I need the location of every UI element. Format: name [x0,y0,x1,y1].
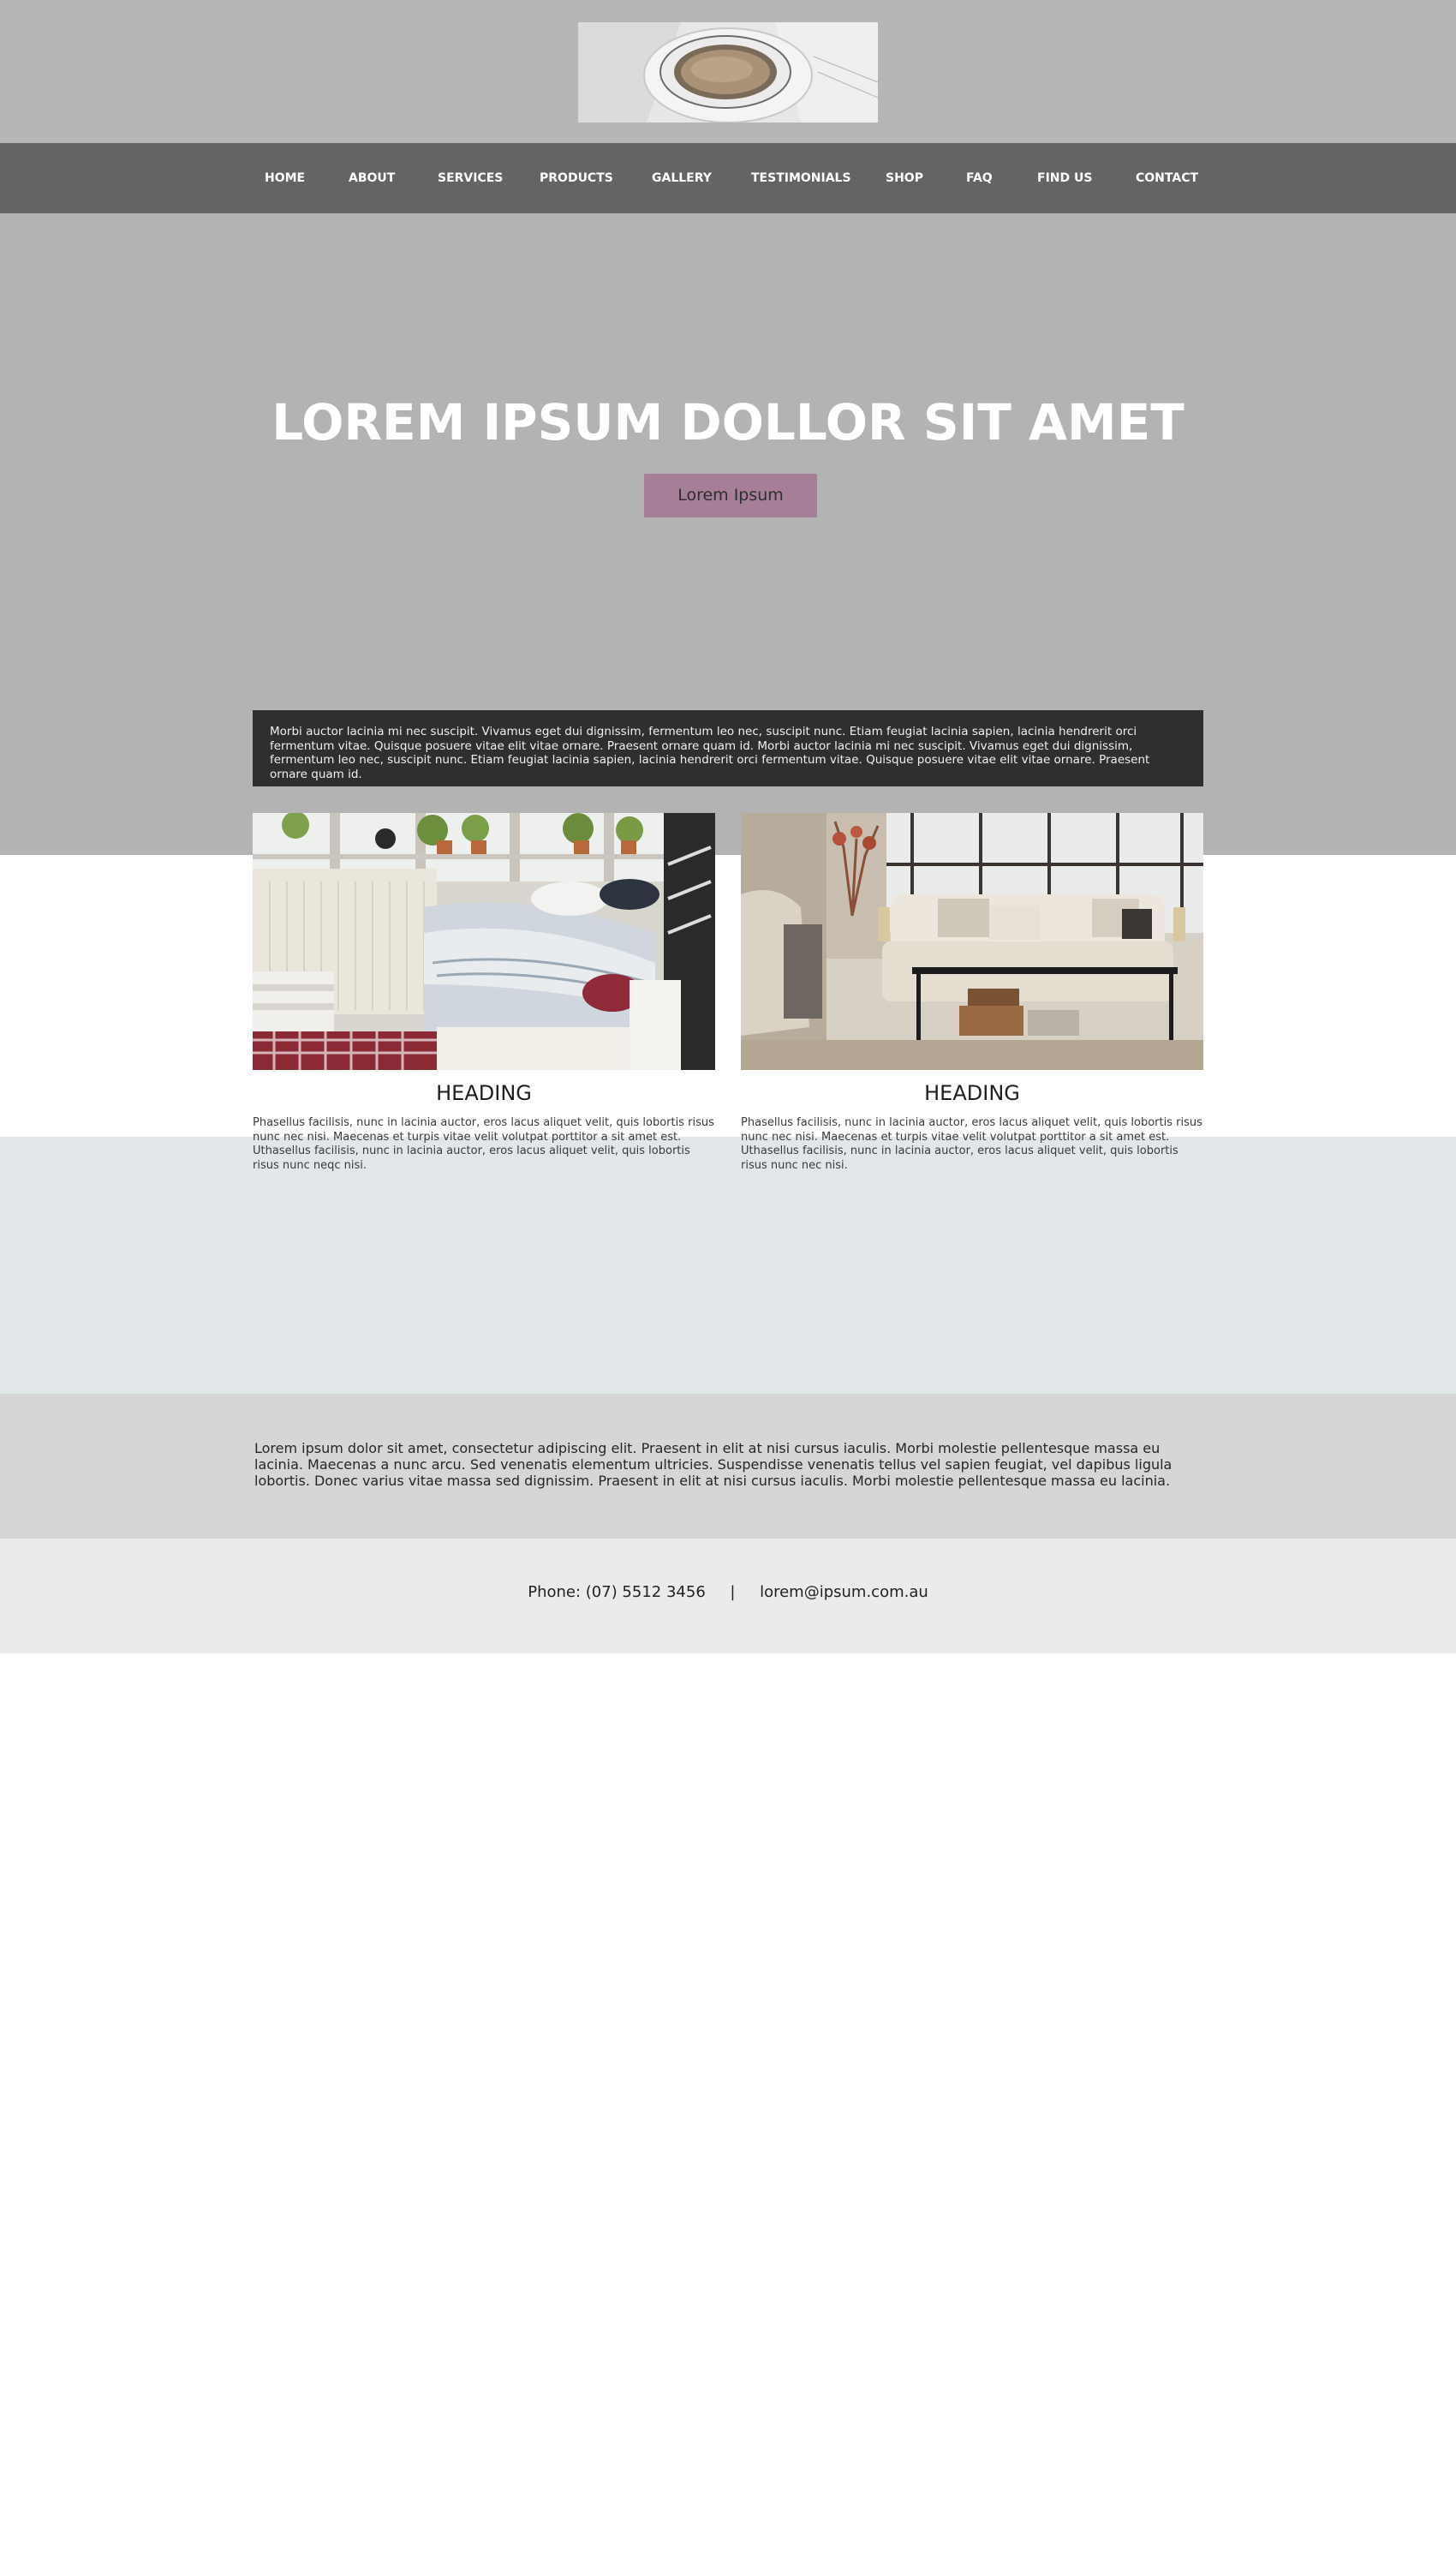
light-blue-band [0,1137,1456,1394]
hero-cta-button[interactable]: Lorem Ipsum [644,474,817,517]
nav-item-contact[interactable]: CONTACT [1136,143,1198,213]
nav-item-products[interactable]: PRODUCTS [540,143,613,213]
feature-text-2: Phasellus facilisis, nunc in lacinia auc… [741,1116,1202,1172]
nav-item-shop[interactable]: SHOP [886,143,923,213]
contact-separator: | [730,1583,736,1601]
nav-item-about[interactable]: ABOUT [349,143,395,213]
hero-title: LOREM IPSUM DOLLOR SIT AMET [272,393,1184,451]
feature-heading-1: HEADING [436,1081,532,1105]
nav-item-find-us[interactable]: FIND US [1037,143,1092,213]
nav-item-faq[interactable]: FAQ [966,143,993,213]
nav-item-gallery[interactable]: GALLERY [652,143,712,213]
nav-item-home[interactable]: HOME [265,143,305,213]
feature-text-1: Phasellus facilisis, nunc in lacinia auc… [253,1116,714,1172]
email-link[interactable]: lorem@ipsum.com.au [760,1583,928,1601]
logo-coffee-cup-image[interactable] [578,22,878,123]
contact-line: Phone: (07) 5512 3456 | lorem@ipsum.com.… [0,1583,1456,1601]
nav-item-services[interactable]: SERVICES [438,143,503,213]
nav-item-testimonials[interactable]: TESTIMONIALS [751,143,851,213]
main-navigation: HOME ABOUT SERVICES PRODUCTS GALLERY TES… [0,143,1456,213]
feature-image-living-room[interactable] [741,813,1203,1070]
phone-link[interactable]: Phone: (07) 5512 3456 [528,1583,706,1601]
intro-text-box: Morbi auctor lacinia mi nec suscipit. Vi… [253,710,1203,786]
about-paragraph: Lorem ipsum dolor sit amet, consectetur … [254,1440,1173,1489]
feature-image-bedroom[interactable] [253,813,715,1070]
intro-paragraph: Morbi auctor lacinia mi nec suscipit. Vi… [270,725,1150,781]
feature-heading-2: HEADING [924,1081,1020,1105]
